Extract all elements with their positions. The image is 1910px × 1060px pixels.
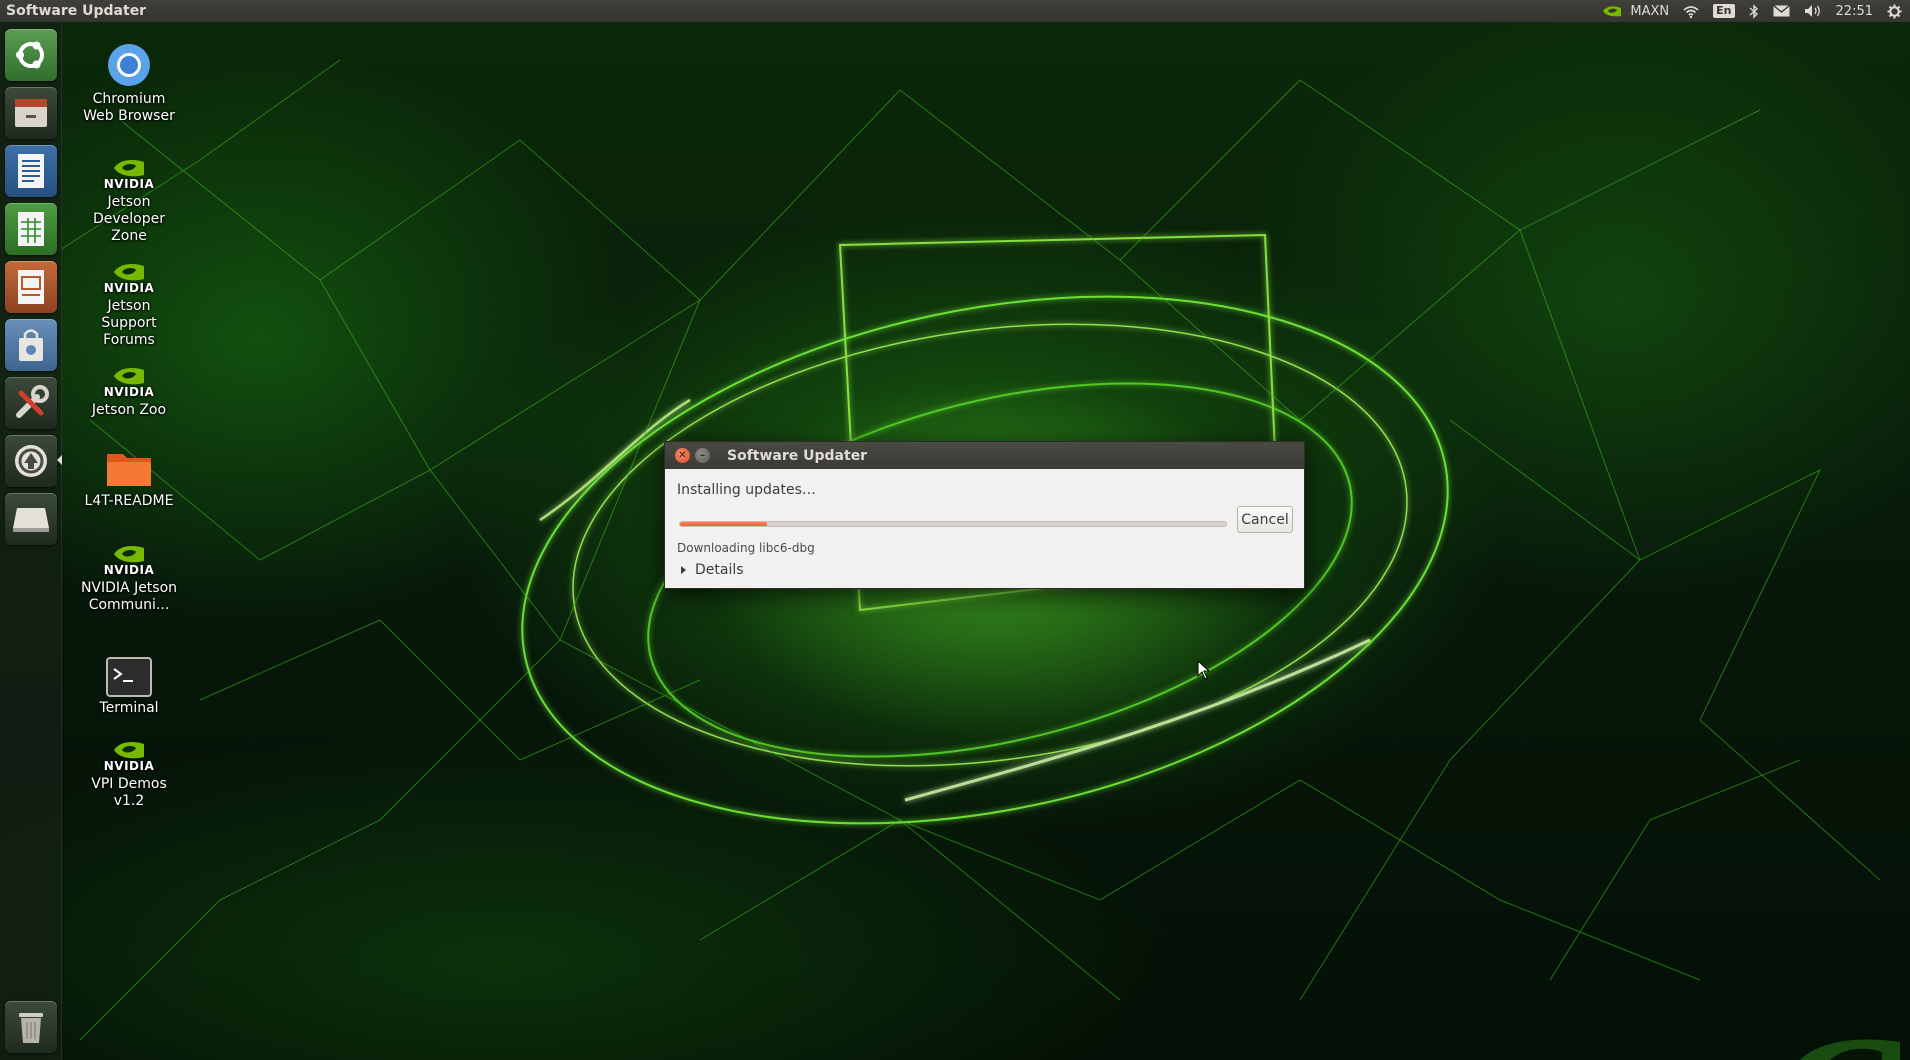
top-panel: Software Updater MAXN En 22:51 xyxy=(0,0,1910,22)
launcher-item-settings[interactable] xyxy=(5,377,57,429)
desktop-icon-label: VPI Demos v1.2 xyxy=(91,776,167,809)
shopping-bag-icon xyxy=(19,329,43,361)
launcher-item-files[interactable] xyxy=(5,87,57,139)
install-progress-bar xyxy=(679,521,1227,527)
desktop-icon-jetson-zoo[interactable]: NVIDIA Jetson Zoo xyxy=(79,366,179,419)
wrench-screwdriver-icon xyxy=(16,385,49,418)
active-app-title: Software Updater xyxy=(6,3,147,19)
clock[interactable]: 22:51 xyxy=(1836,4,1873,19)
presentation-impress-icon xyxy=(18,270,44,304)
desktop-icon-label: L4T-README xyxy=(84,493,174,509)
nvidia-icon xyxy=(1603,6,1622,17)
launcher-item-trash[interactable] xyxy=(5,1001,57,1053)
cancel-button[interactable]: Cancel xyxy=(1237,506,1293,533)
desktop-icon-nvidia-jetson-community[interactable]: NVIDIA NVIDIA Jetson Communi... xyxy=(79,544,179,614)
software-updater-icon xyxy=(15,445,47,477)
mail-icon[interactable] xyxy=(1772,5,1790,17)
spreadsheet-calc-icon xyxy=(18,212,44,246)
minimize-icon[interactable]: – xyxy=(695,448,710,463)
unity-launcher xyxy=(0,22,62,1060)
desktop-icon-l4t-readme[interactable]: L4T-README xyxy=(79,448,179,510)
removable-drive-icon xyxy=(13,508,49,532)
nvidia-icon: NVIDIA xyxy=(79,544,179,577)
details-expander[interactable]: Details xyxy=(681,562,744,578)
desktop-icon-jetson-developer-zone[interactable]: NVIDIA Jetson Developer Zone xyxy=(79,158,179,245)
ubuntu-logo-icon xyxy=(16,41,44,69)
desktop-icon-jetson-support-forums[interactable]: NVIDIA Jetson Support Forums xyxy=(79,262,179,349)
nvidia-icon: NVIDIA xyxy=(79,158,179,191)
nvidia-power-mode-indicator[interactable]: MAXN xyxy=(1600,4,1669,19)
nvidia-icon: NVIDIA xyxy=(79,740,179,773)
software-updater-dialog: ✕ – Software Updater Installing updates…… xyxy=(664,441,1305,589)
folder-icon xyxy=(107,454,151,486)
desktop-icon-label: NVIDIA Jetson Communi... xyxy=(80,580,178,613)
desktop-icon-chromium[interactable]: Chromium Web Browser xyxy=(79,42,179,125)
document-writer-icon xyxy=(18,154,44,188)
keyboard-layout-icon[interactable]: En xyxy=(1713,4,1735,18)
dialog-heading: Installing updates… xyxy=(677,482,816,498)
launcher-item-dash[interactable] xyxy=(5,29,57,81)
desktop-icon-label: Terminal xyxy=(99,700,159,716)
launcher-item-calc[interactable] xyxy=(5,203,57,255)
progress-bar-fill xyxy=(680,522,768,526)
dialog-title: Software Updater xyxy=(727,447,868,464)
settings-gear-icon[interactable] xyxy=(1887,4,1902,19)
nvidia-icon: NVIDIA xyxy=(79,366,179,399)
launcher-item-writer[interactable] xyxy=(5,145,57,197)
launcher-active-indicator xyxy=(57,455,62,465)
bluetooth-icon[interactable] xyxy=(1749,3,1759,19)
desktop-icon-label: Chromium Web Browser xyxy=(83,91,175,124)
power-mode-label: MAXN xyxy=(1630,3,1670,19)
desktop-icon-label: Jetson Zoo xyxy=(91,402,167,418)
desktop-icon-vpi-demos[interactable]: NVIDIA VPI Demos v1.2 xyxy=(79,740,179,810)
wifi-icon[interactable] xyxy=(1683,5,1699,18)
file-cabinet-icon xyxy=(15,99,47,127)
trash-icon xyxy=(19,1013,43,1043)
dialog-titlebar[interactable]: ✕ – Software Updater xyxy=(665,442,1304,469)
desktop-icon-label: Jetson Support Forums xyxy=(101,298,157,348)
expander-arrow-icon xyxy=(681,566,686,574)
terminal-icon xyxy=(106,657,152,697)
nvidia-icon: NVIDIA xyxy=(79,262,179,295)
system-tray: MAXN En 22:51 xyxy=(1600,4,1910,19)
launcher-item-drive[interactable] xyxy=(5,493,57,545)
details-label: Details xyxy=(695,562,744,578)
launcher-item-software-updater[interactable] xyxy=(5,435,57,487)
launcher-item-impress[interactable] xyxy=(5,261,57,313)
nvidia-watermark-icon xyxy=(1800,1039,1900,1060)
desktop-icon-label: Jetson Developer Zone xyxy=(92,194,165,244)
mouse-cursor-icon xyxy=(1197,660,1211,680)
close-icon[interactable]: ✕ xyxy=(675,448,690,463)
launcher-item-software[interactable] xyxy=(5,319,57,371)
dialog-body: Installing updates… Cancel Downloading l… xyxy=(665,469,1304,589)
download-status: Downloading libc6-dbg xyxy=(677,541,815,555)
chromium-icon xyxy=(108,44,150,86)
volume-icon[interactable] xyxy=(1804,4,1822,18)
desktop-icon-terminal[interactable]: Terminal xyxy=(79,657,179,717)
